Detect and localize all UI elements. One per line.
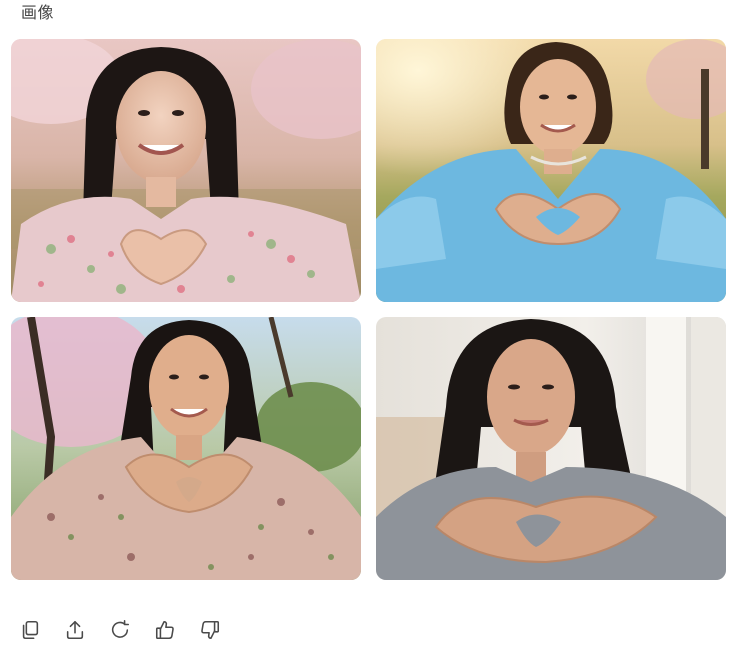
image-1[interactable]	[11, 39, 361, 302]
share-button[interactable]	[59, 614, 91, 646]
thumbs-down-button[interactable]	[194, 614, 226, 646]
thumbs-up-button[interactable]	[149, 614, 181, 646]
image-4[interactable]	[376, 317, 726, 580]
regenerate-icon	[111, 620, 130, 638]
image-1-photo	[11, 39, 361, 302]
image-2-photo	[376, 39, 726, 302]
image-grid	[11, 39, 726, 580]
thumbs-up-icon	[155, 620, 174, 640]
regenerate-button[interactable]	[104, 614, 136, 646]
image-3-photo	[11, 317, 361, 580]
thumbs-down-icon	[201, 620, 220, 640]
share-icon	[66, 620, 84, 640]
image-3[interactable]	[11, 317, 361, 580]
image-2[interactable]	[376, 39, 726, 302]
section-title: 画像	[21, 5, 55, 22]
copy-button[interactable]	[14, 614, 46, 646]
copy-icon	[22, 620, 39, 640]
action-bar	[14, 614, 239, 646]
image-4-photo	[376, 317, 726, 580]
